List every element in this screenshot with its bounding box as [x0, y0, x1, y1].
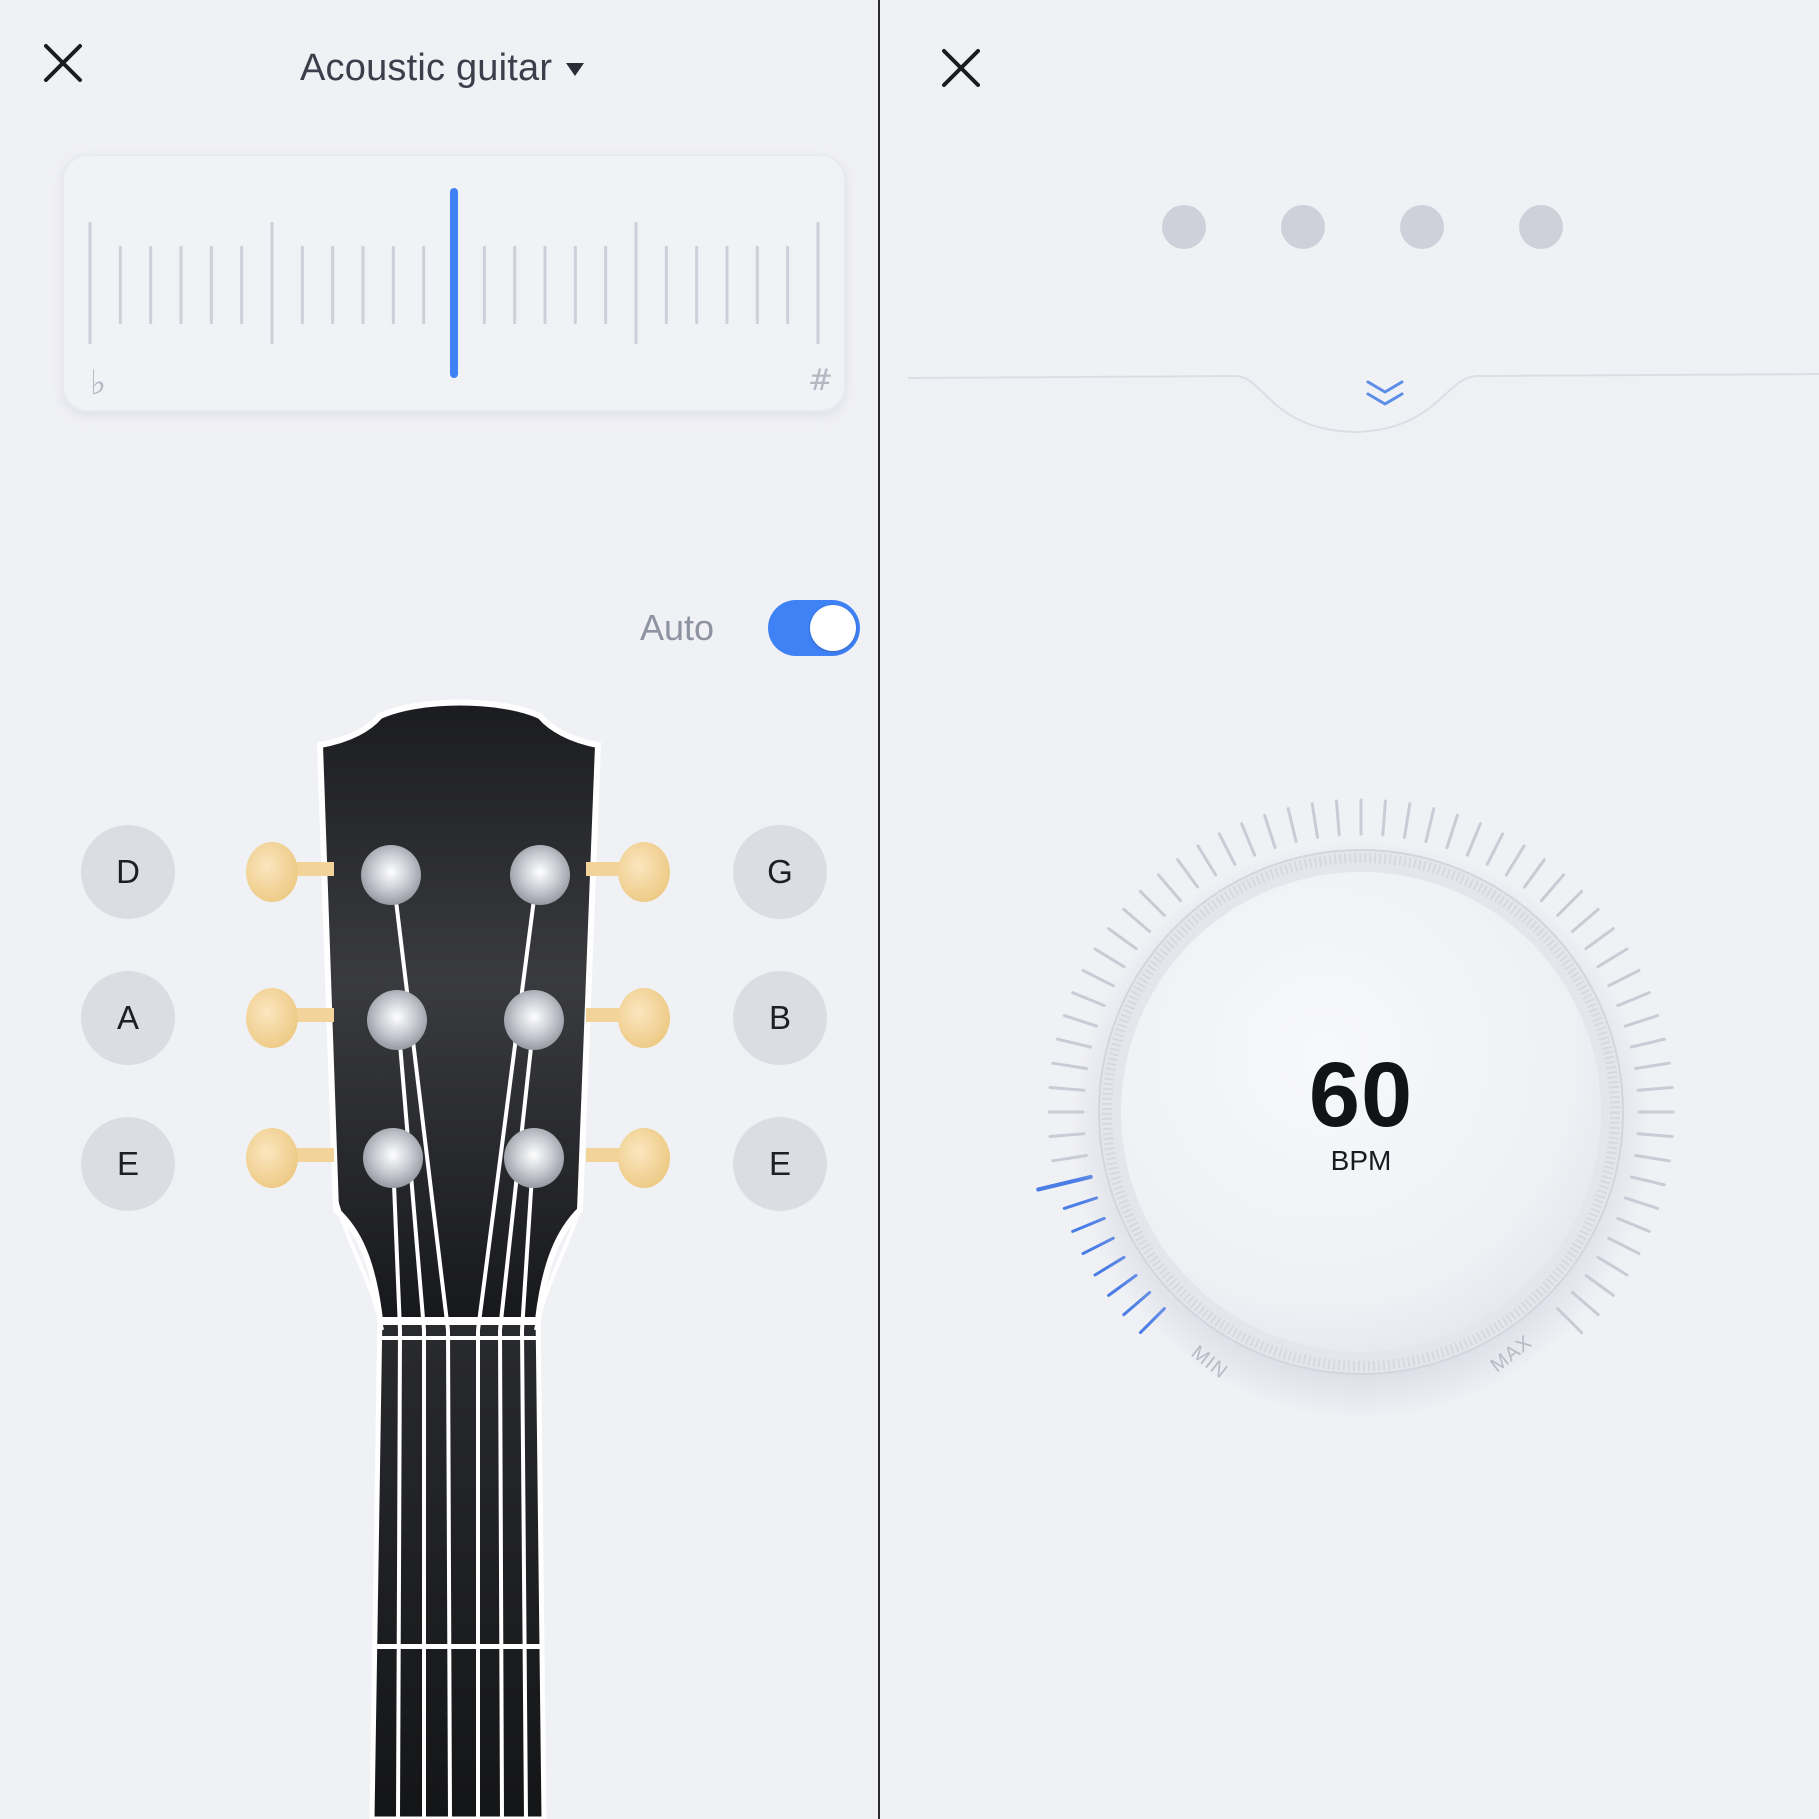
flat-symbol: ♭	[90, 363, 106, 403]
dial-tick	[1081, 968, 1115, 988]
string-button-a[interactable]: A	[81, 971, 175, 1065]
dial-tick	[1335, 799, 1341, 837]
dial-tick	[1424, 807, 1436, 844]
dial-tick	[1107, 927, 1138, 951]
toggle-knob	[810, 605, 856, 651]
double-chevron-down-icon	[1366, 380, 1404, 406]
string-button-b[interactable]: B	[733, 971, 827, 1065]
dial-tick	[1176, 858, 1200, 889]
tuning-peg	[246, 988, 298, 1048]
close-icon	[44, 44, 82, 82]
dial-tick	[1522, 858, 1546, 889]
string-button-low-e[interactable]: E	[81, 1117, 175, 1211]
tuner-panel: Acoustic guitar ♭ # Auto D A E G B E	[0, 0, 878, 1819]
dial-tick	[1485, 832, 1505, 866]
tuning-peg	[246, 1128, 298, 1188]
beat-dot[interactable]	[1400, 205, 1444, 249]
caret-down-icon	[566, 62, 585, 76]
tuning-scale: ♭ #	[88, 188, 833, 403]
bpm-value: 60	[1308, 1044, 1414, 1146]
tuning-peg	[618, 988, 670, 1048]
dial-tick	[1196, 844, 1218, 877]
beat-dot[interactable]	[1162, 205, 1206, 249]
metronome-close-button[interactable]	[936, 43, 986, 93]
auto-label: Auto	[640, 607, 715, 648]
beat-dot[interactable]	[1519, 205, 1563, 249]
dial-tick	[1607, 968, 1641, 988]
tempo-knob[interactable]: 60 BPM	[1101, 855, 1621, 1375]
beat-dot[interactable]	[1281, 205, 1325, 249]
dial-tick	[1381, 799, 1387, 837]
dial-tick	[1584, 927, 1615, 951]
tuning-peg	[618, 1128, 670, 1188]
beat-indicators	[1162, 205, 1582, 249]
dial-tick	[1403, 802, 1412, 839]
dial-tick	[1570, 907, 1600, 933]
dial-tick	[1465, 822, 1482, 857]
string-button-g[interactable]: G	[733, 825, 827, 919]
close-icon	[942, 49, 980, 87]
string-button-high-e[interactable]: E	[733, 1117, 827, 1211]
dial-tick	[1504, 844, 1526, 877]
dial-tick	[1286, 807, 1298, 844]
dial-tick	[1616, 991, 1651, 1008]
tuning-needle	[450, 188, 458, 378]
dial-tick	[1156, 873, 1182, 903]
dial-tick	[1556, 889, 1584, 917]
sharp-symbol: #	[808, 363, 833, 398]
dial-tick	[1093, 947, 1126, 969]
dial-tick	[1217, 832, 1237, 866]
tuning-peg	[246, 842, 298, 902]
dial-tick	[1240, 822, 1257, 857]
dial-tick	[1596, 947, 1629, 969]
bpm-unit: BPM	[1330, 1145, 1392, 1176]
dial-tick	[1540, 873, 1566, 903]
instrument-name: Acoustic guitar	[300, 46, 553, 89]
dial-tick	[1071, 991, 1106, 1008]
tuning-meter: ♭ #	[62, 154, 846, 412]
dial-tick	[1263, 813, 1277, 850]
dial-tick	[1445, 813, 1459, 850]
dial-tick	[1122, 907, 1152, 933]
tuning-peg	[618, 842, 670, 902]
tuner-close-button[interactable]	[38, 38, 88, 88]
auto-toggle[interactable]	[768, 600, 860, 656]
metronome-panel: MIN MAX 60 BPM	[880, 0, 1819, 1819]
dial-tick	[1310, 802, 1319, 839]
dial-tick	[1138, 889, 1166, 917]
instrument-dropdown[interactable]: Acoustic guitar	[300, 42, 585, 94]
drawer-handle[interactable]	[1340, 370, 1430, 430]
string-button-d[interactable]: D	[81, 825, 175, 919]
